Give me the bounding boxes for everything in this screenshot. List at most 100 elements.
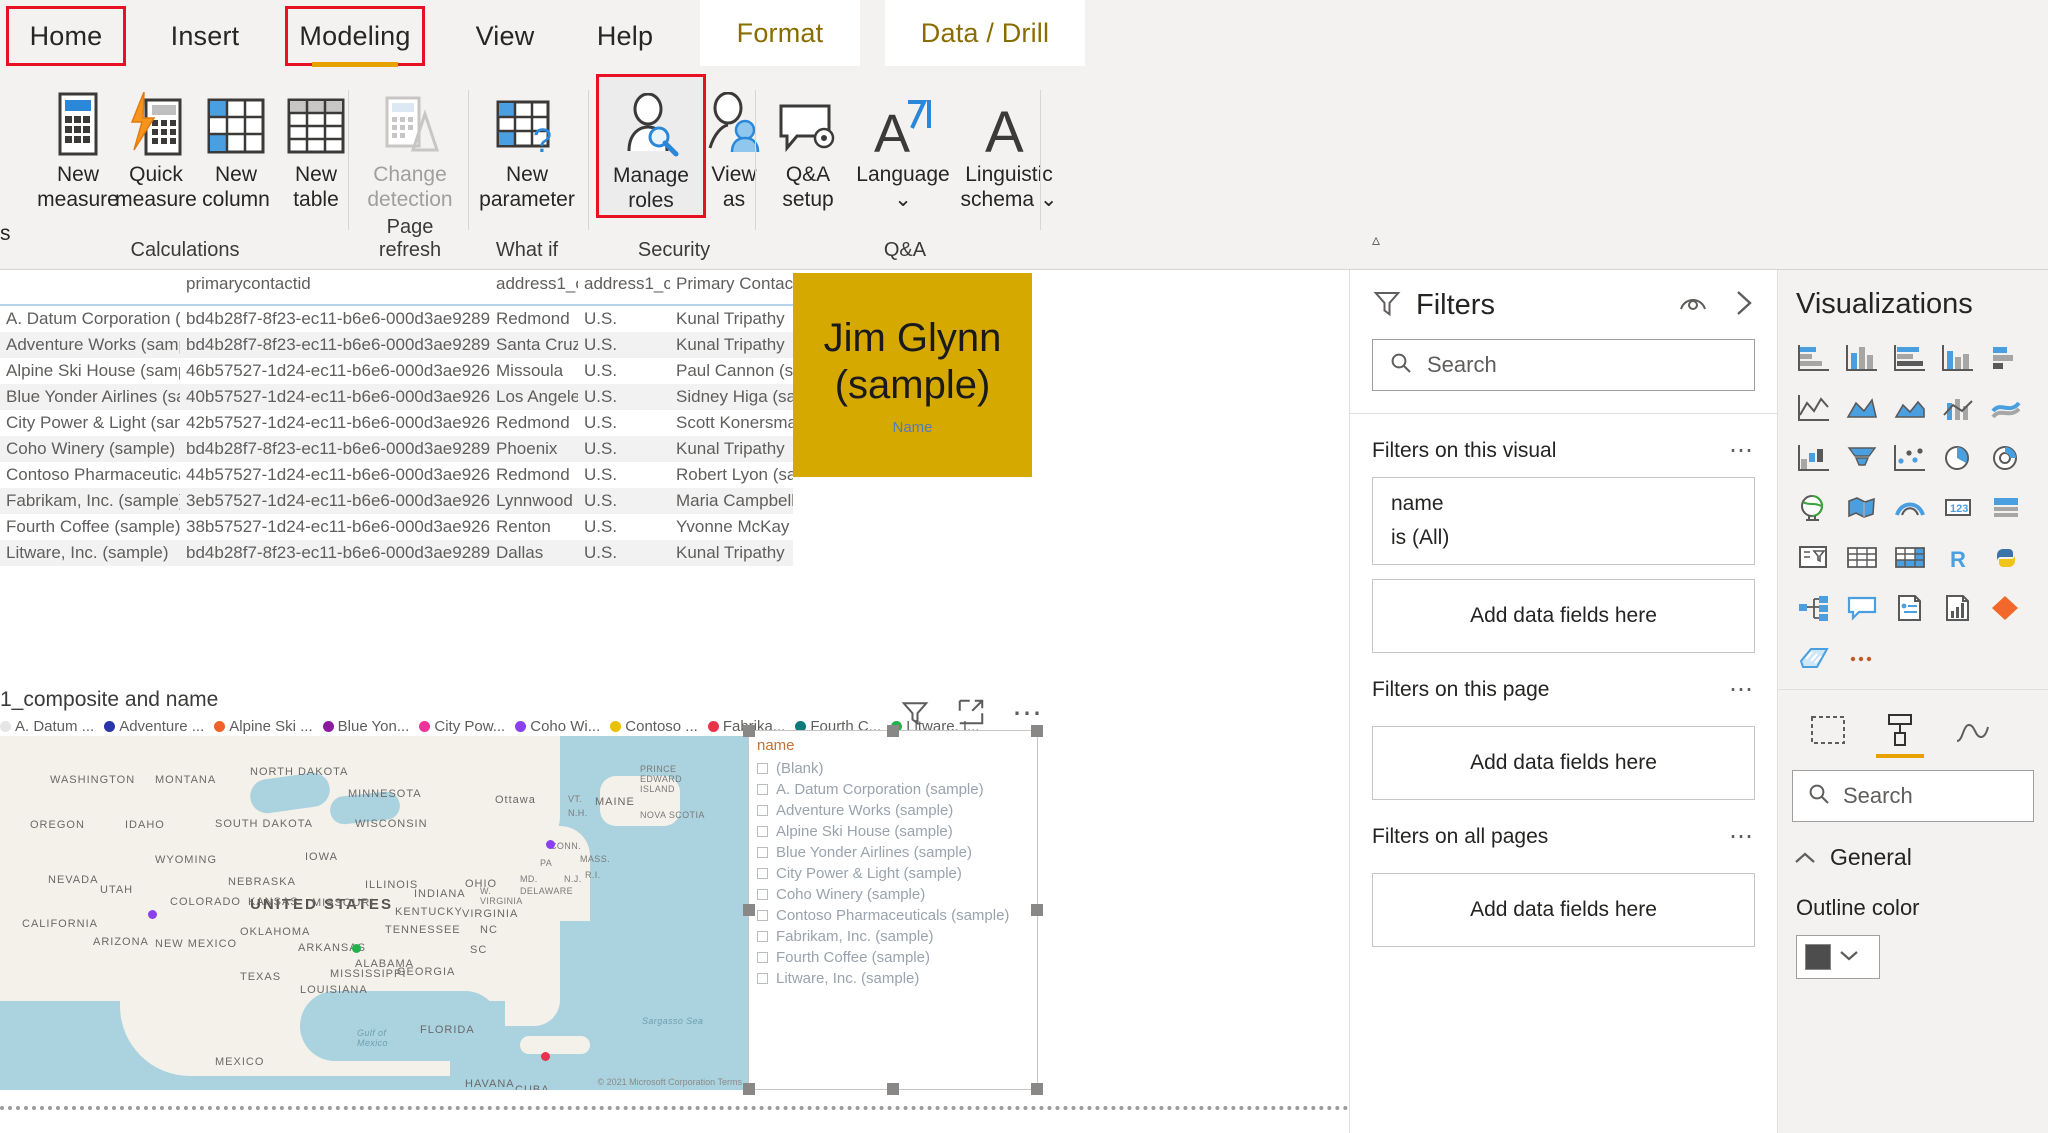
checkbox-icon[interactable]	[757, 910, 768, 921]
visualizations-pane-tabs[interactable]	[1778, 689, 2048, 758]
table-row[interactable]: Coho Winery (sample) bd4b28f7-8f23-ec11-b…	[0, 436, 793, 462]
checkbox-icon[interactable]	[757, 805, 768, 816]
stacked-area-chart-icon[interactable]	[1886, 387, 1934, 429]
funnel-chart-icon[interactable]	[1838, 437, 1886, 479]
slicer-item[interactable]: Fourth Coffee (sample)	[749, 947, 1037, 968]
slicer-item[interactable]: A. Datum Corporation (sample)	[749, 779, 1037, 800]
filters-search-box[interactable]: Search	[1372, 339, 1755, 391]
more-visuals-icon[interactable]	[1838, 637, 1886, 679]
filter-section-more-icon[interactable]: ⋯	[1729, 822, 1755, 851]
table-row[interactable]: Fabrikam, Inc. (sample) 3eb57527-1d24-ec1…	[0, 488, 793, 514]
filters-pane[interactable]: Filters Search Filters on this visual ⋯ na…	[1349, 270, 1777, 1133]
waterfall-chart-icon[interactable]	[1790, 437, 1838, 479]
table-row[interactable]: Fourth Coffee (sample) 38b57527-1d24-ec11…	[0, 514, 793, 540]
resize-handle-ml[interactable]	[743, 904, 755, 916]
legend-item[interactable]: Coho Wi...	[515, 718, 600, 735]
paginated-report-icon[interactable]	[1934, 587, 1982, 629]
more-options-icon[interactable]: ⋯	[1012, 699, 1045, 729]
filter-drop-zone[interactable]: Add data fields here	[1372, 726, 1755, 800]
slicer-item[interactable]: Alpine Ski House (sample)	[749, 821, 1037, 842]
table-row[interactable]: Contoso Pharmaceuticals (sample) 44b57527…	[0, 462, 793, 488]
ribbon-chart-icon[interactable]	[1982, 387, 2030, 429]
map-data-point[interactable]	[546, 840, 555, 849]
line-and-column-icon[interactable]	[1934, 387, 1982, 429]
table-row[interactable]: Alpine Ski House (sample) 46b57527-1d24-e…	[0, 358, 793, 384]
checkbox-icon[interactable]	[757, 931, 768, 942]
map-legend[interactable]: A. Datum ... Adventure ... Alpine Ski ... B…	[0, 714, 980, 738]
table-row[interactable]: City Power & Light (sample) 42b57527-1d24…	[0, 410, 793, 436]
report-canvas[interactable]: primarycontactid address1_city address1_…	[0, 270, 1349, 1133]
resize-handle-br[interactable]	[1031, 1083, 1043, 1095]
clustered-column-chart-icon[interactable]	[1934, 337, 1982, 379]
legend-item[interactable]: A. Datum ...	[0, 718, 94, 735]
map-visual[interactable]: UNITED STATES WASHINGTON MONTANA NORTH D…	[0, 736, 748, 1090]
filled-map-icon[interactable]	[1838, 487, 1886, 529]
smart-narrative-icon[interactable]	[1790, 637, 1838, 679]
tab-help[interactable]: Help	[575, 6, 675, 66]
matrix-icon[interactable]	[1886, 537, 1934, 579]
legend-item[interactable]: Blue Yon...	[322, 718, 409, 735]
slicer-item[interactable]: Fabrikam, Inc. (sample)	[749, 926, 1037, 947]
outline-color-picker[interactable]	[1796, 935, 1880, 979]
checkbox-icon[interactable]	[757, 763, 768, 774]
map-data-point[interactable]	[148, 910, 157, 919]
slicer-item[interactable]: City Power & Light (sample)	[749, 863, 1037, 884]
resize-handle-bc[interactable]	[887, 1083, 899, 1095]
r-script-visual-icon[interactable]: R	[1934, 537, 1982, 579]
qna-visual-icon[interactable]	[1838, 587, 1886, 629]
fields-tab[interactable]	[1792, 704, 1864, 756]
checkbox-icon[interactable]	[757, 784, 768, 795]
visualization-type-grid[interactable]: 123 R	[1778, 331, 2048, 679]
pie-chart-icon[interactable]	[1934, 437, 1982, 479]
hundred-percent-bar-icon[interactable]	[1982, 337, 2030, 379]
col-header-primary-contact-fullname[interactable]: Primary Contact FullName	[670, 270, 793, 306]
col-header-name[interactable]	[0, 270, 180, 306]
slicer-items[interactable]: (Blank) A. Datum Corporation (sample) Adve…	[749, 758, 1037, 989]
table-icon[interactable]	[1838, 537, 1886, 579]
legend-item[interactable]: Adventure ...	[104, 718, 204, 735]
col-header-address1-city[interactable]: address1_city	[490, 270, 578, 306]
tab-format[interactable]: Format	[700, 0, 860, 66]
resize-handle-tl[interactable]	[743, 725, 755, 737]
table-row[interactable]: Litware, Inc. (sample) bd4b28f7-8f23-ec11…	[0, 540, 793, 566]
language-button[interactable]: A Language ⌄	[842, 78, 964, 212]
shape-map-icon[interactable]	[1886, 487, 1934, 529]
resize-handle-bl[interactable]	[743, 1083, 755, 1095]
tab-modeling[interactable]: Modeling	[285, 6, 425, 67]
slicer-item[interactable]: Litware, Inc. (sample)	[749, 968, 1037, 989]
line-chart-icon[interactable]	[1790, 387, 1838, 429]
checkbox-icon[interactable]	[757, 889, 768, 900]
filter-drop-zone[interactable]: Add data fields here	[1372, 873, 1755, 947]
col-header-primarycontactid[interactable]: primarycontactid	[180, 270, 490, 306]
checkbox-icon[interactable]	[757, 868, 768, 879]
linguistic-schema-button[interactable]: A Linguistic schema ⌄	[948, 78, 1070, 212]
resize-handle-mr[interactable]	[1031, 904, 1043, 916]
hide-filters-icon[interactable]	[1679, 293, 1707, 318]
filter-section-more-icon[interactable]: ⋯	[1729, 675, 1755, 704]
slicer-item[interactable]: Contoso Pharmaceuticals (sample)	[749, 905, 1037, 926]
multi-row-card-icon[interactable]	[1982, 487, 2030, 529]
legend-item[interactable]: City Pow...	[419, 718, 505, 735]
change-detection-button[interactable]: Change detection	[349, 78, 471, 212]
scatter-chart-icon[interactable]	[1886, 437, 1934, 479]
slicer-item[interactable]: (Blank)	[749, 758, 1037, 779]
filter-drop-zone[interactable]: Add data fields here	[1372, 579, 1755, 653]
filter-card[interactable]: name is (All)	[1372, 477, 1755, 565]
tab-home[interactable]: Home	[6, 6, 126, 66]
general-section-header[interactable]: General	[1778, 822, 2048, 871]
new-parameter-button[interactable]: ? New parameter	[466, 78, 588, 212]
resize-handle-tc[interactable]	[887, 725, 899, 737]
format-tab[interactable]	[1864, 704, 1936, 758]
checkbox-icon[interactable]	[757, 952, 768, 963]
checkbox-icon[interactable]	[757, 826, 768, 837]
map-data-point[interactable]	[541, 1052, 550, 1061]
donut-chart-icon[interactable]	[1982, 437, 2030, 479]
decomposition-tree-icon[interactable]	[1790, 587, 1838, 629]
slicer-icon[interactable]	[1790, 537, 1838, 579]
stacked-column-chart-icon[interactable]	[1838, 337, 1886, 379]
tab-data-drill[interactable]: Data / Drill	[885, 0, 1085, 66]
slicer-item[interactable]: Adventure Works (sample)	[749, 800, 1037, 821]
visualizations-pane[interactable]: Visualizations 123 R Search General Outl…	[1777, 270, 2048, 1133]
tab-insert[interactable]: Insert	[150, 6, 260, 66]
slicer-item[interactable]: Coho Winery (sample)	[749, 884, 1037, 905]
